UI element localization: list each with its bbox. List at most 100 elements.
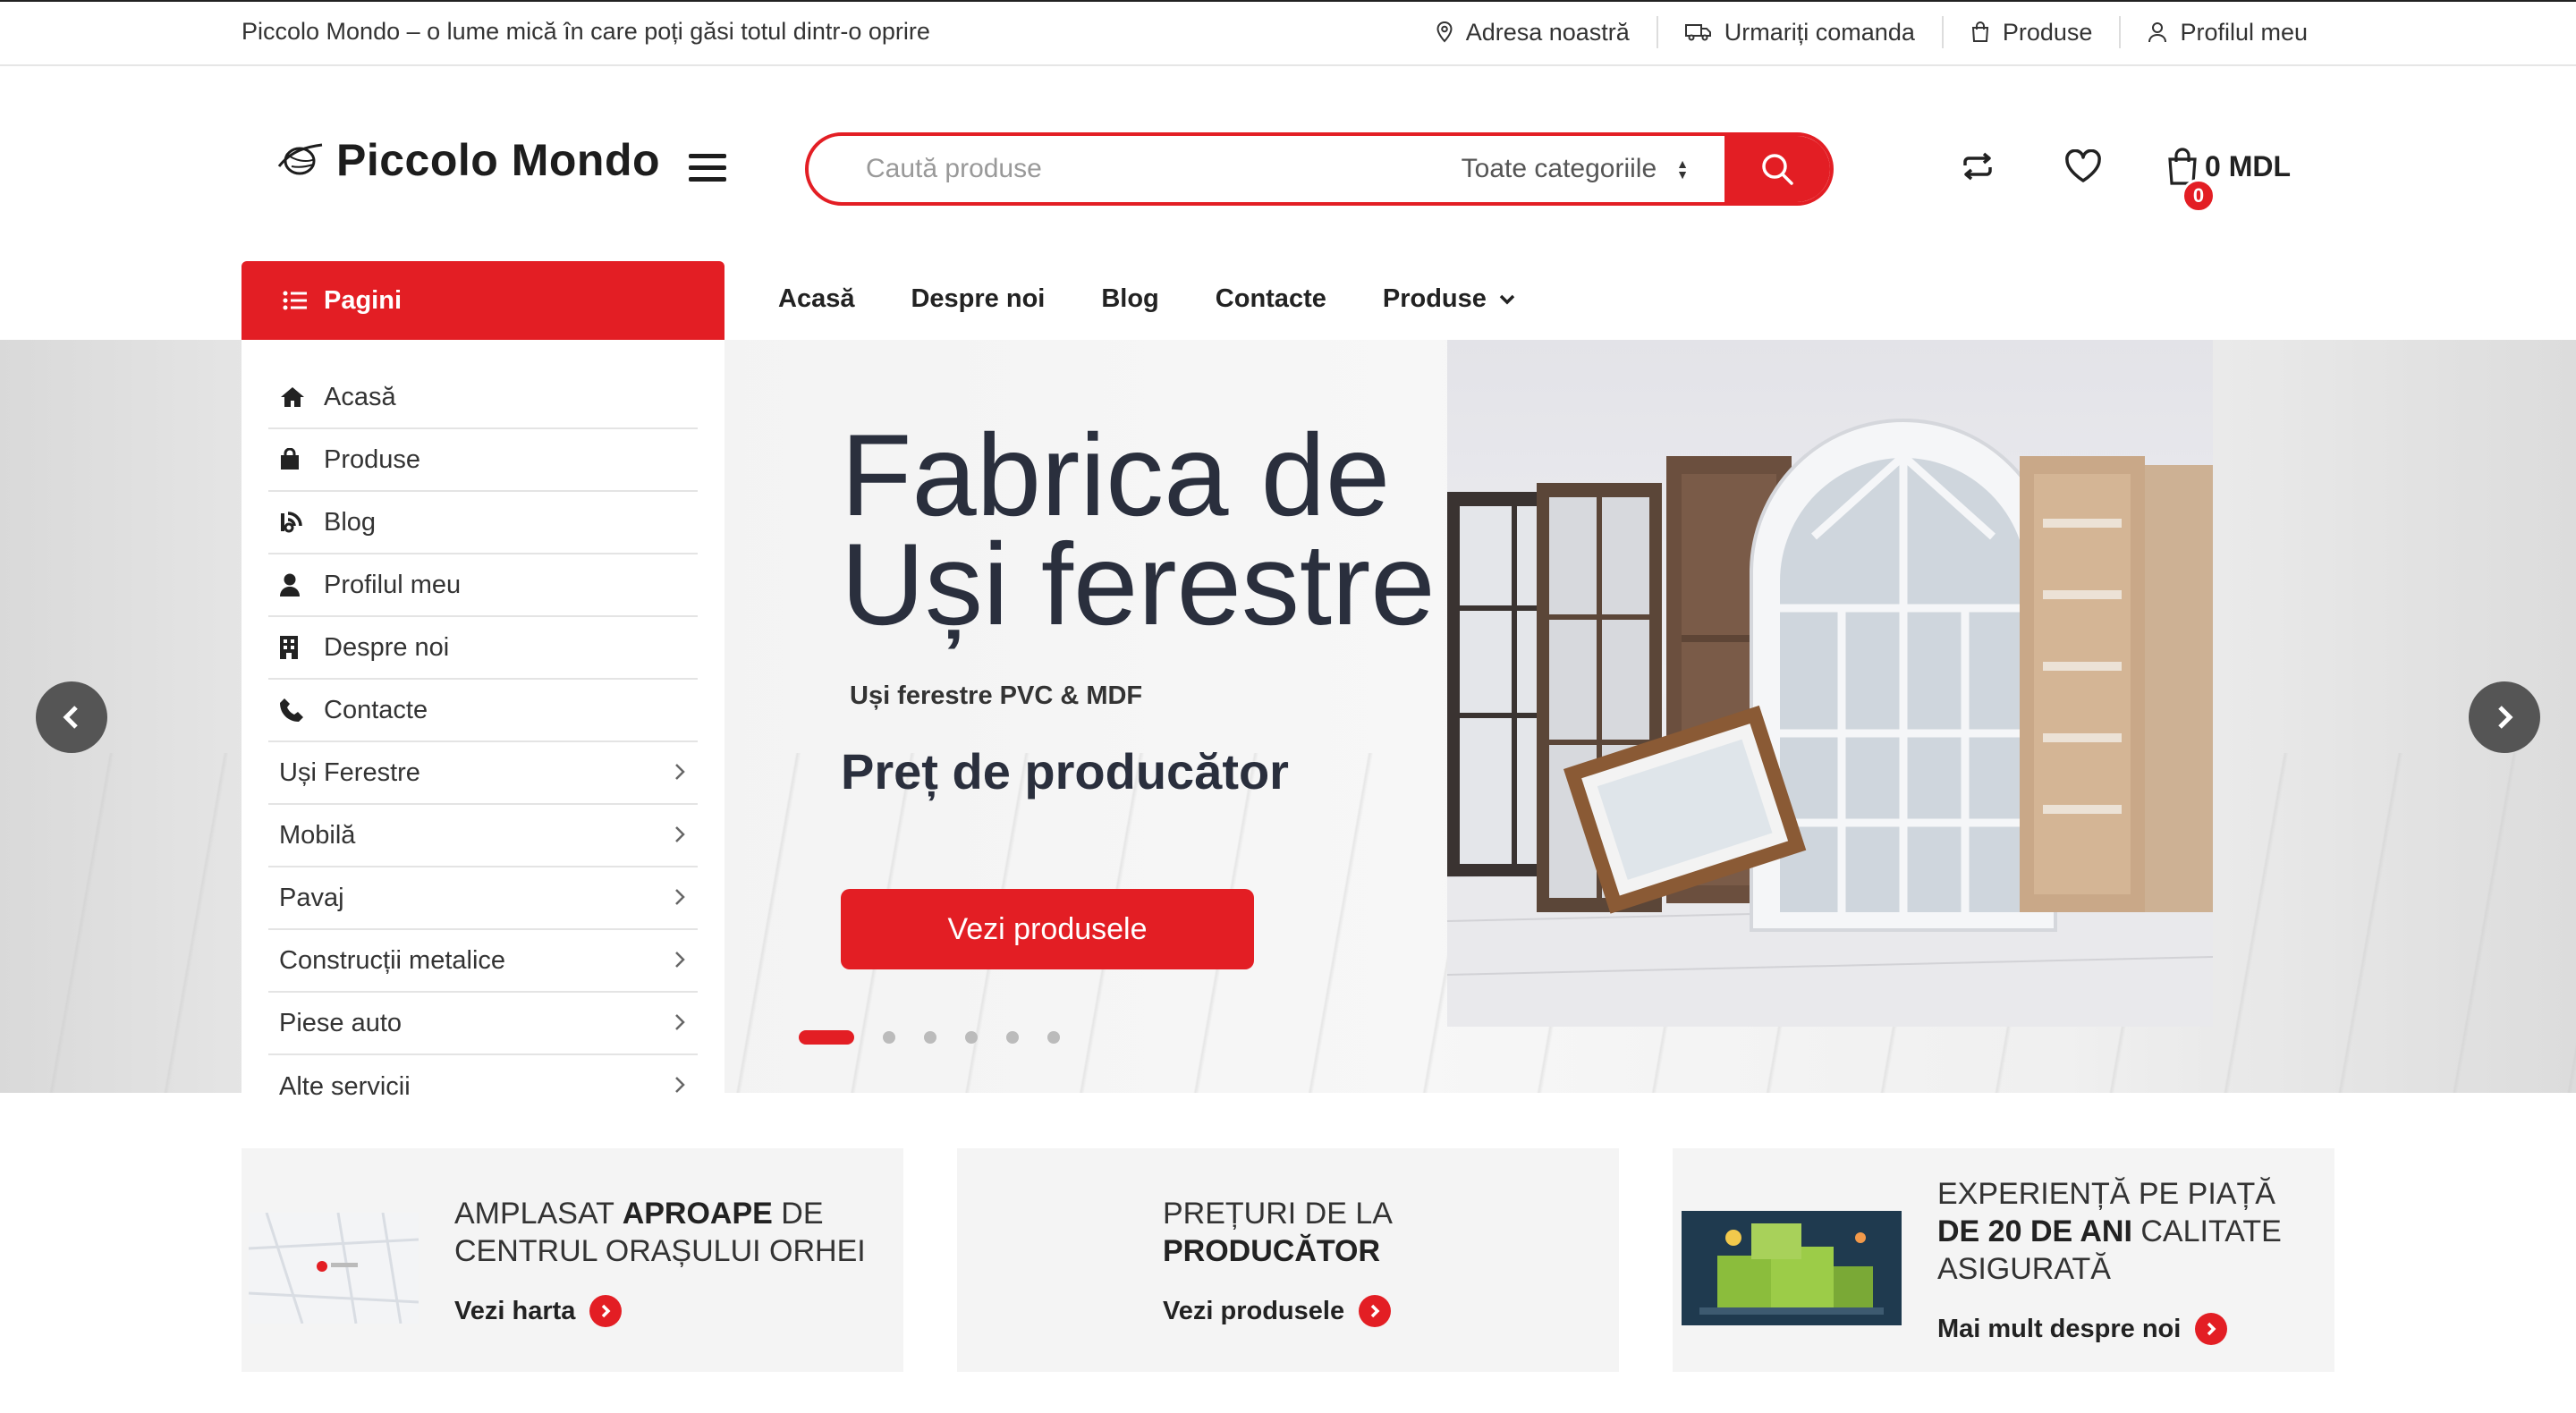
cart-button[interactable]: 0 0 MDL xyxy=(2165,147,2291,213)
side-item-label: Uși Ferestre xyxy=(279,757,420,787)
doors-windows-illustration xyxy=(1447,419,2213,1027)
view-map-link[interactable]: Vezi harta xyxy=(454,1295,623,1327)
nav-about[interactable]: Despre noi xyxy=(911,284,1045,314)
side-item-furniture[interactable]: Mobilă xyxy=(268,805,698,867)
slide-subtitle: Uși ferestre PVC & MDF xyxy=(850,681,1143,710)
nav-products-label: Produse xyxy=(1382,284,1487,313)
slide-cta-button[interactable]: Vezi produsele xyxy=(841,889,1254,969)
address-link[interactable]: Adresa noastră xyxy=(1409,16,1657,48)
nav-products[interactable]: Produse xyxy=(1383,284,1515,314)
side-item-auto-parts[interactable]: Piese auto xyxy=(268,993,698,1055)
side-item-contacts[interactable]: Contacte xyxy=(268,680,698,742)
chevron-right-icon xyxy=(675,952,685,968)
slider-dot[interactable] xyxy=(965,1031,978,1044)
side-item-label: Blog xyxy=(324,507,377,537)
chevron-left-icon xyxy=(63,706,78,729)
pages-menu-button[interactable]: Pagini xyxy=(242,261,724,340)
top-links: Adresa noastră Urmariți comanda Produse … xyxy=(1409,16,2334,48)
about-us-link[interactable]: Mai mult despre noi xyxy=(1937,1313,2228,1345)
logo-text: Piccolo Mondo xyxy=(336,135,661,185)
view-map-label: Vezi harta xyxy=(454,1296,576,1325)
arrow-right-icon xyxy=(589,1295,623,1327)
side-item-label: Profilul meu xyxy=(324,570,462,599)
slide-title: Fabrica de Uși ferestre xyxy=(841,410,1436,649)
truck-icon xyxy=(1684,24,1711,41)
side-item-label: Construcții metalice xyxy=(279,945,506,975)
side-item-label: Alte servicii xyxy=(279,1071,411,1101)
side-item-about[interactable]: Despre noi xyxy=(268,617,698,680)
user-icon xyxy=(2148,22,2167,43)
side-item-products[interactable]: Produse xyxy=(268,429,698,492)
slide-title-line2: Uși ferestre xyxy=(841,519,1436,649)
chevron-right-icon xyxy=(675,826,685,842)
chevron-right-icon xyxy=(675,764,685,780)
slider-dot[interactable] xyxy=(799,1030,854,1045)
feature-prices: Prețuri de la producător Vezi produsele xyxy=(957,1148,1619,1372)
side-item-profile[interactable]: Profilul meu xyxy=(268,554,698,617)
category-select[interactable]: Toate categoriile ▲ ▼ xyxy=(1462,154,1724,184)
side-item-label: Produse xyxy=(324,444,421,474)
cart-total: 0 MDL xyxy=(2205,149,2291,182)
side-item-home[interactable]: Acasă xyxy=(268,367,698,429)
feature-experience: Experiență pe piață de 20 de ani calitat… xyxy=(1673,1148,2334,1372)
bag-icon xyxy=(1971,21,1988,42)
side-item-blog[interactable]: Blog xyxy=(268,492,698,554)
slider-next-button[interactable] xyxy=(2469,681,2540,753)
nav-home[interactable]: Acasă xyxy=(778,284,854,314)
search-bar: Toate categoriile ▲▼ xyxy=(805,132,1834,206)
side-menu: Acasă Produse Blog Profilul meu Despre n… xyxy=(242,340,724,1101)
products-link-label: Produse xyxy=(2002,18,2093,46)
chevron-right-icon xyxy=(675,1014,685,1030)
feature-text-bold: de 20 de ani xyxy=(1937,1214,2132,1248)
address-link-label: Adresa noastră xyxy=(1465,18,1630,46)
chevron-right-icon xyxy=(2498,706,2513,729)
nav-contacts[interactable]: Contacte xyxy=(1216,284,1326,314)
slider-dot[interactable] xyxy=(1006,1031,1019,1044)
side-item-label: Acasă xyxy=(324,382,396,411)
slider-dots xyxy=(799,1030,1089,1045)
page: Piccolo Mondo – o lume mică în care poți… xyxy=(0,0,2576,1413)
side-item-paving[interactable]: Pavaj xyxy=(268,867,698,930)
track-order-label: Urmariți comanda xyxy=(1724,18,1915,46)
side-item-label: Contacte xyxy=(324,695,428,724)
slide-title-line1: Fabrica de xyxy=(841,410,1391,540)
nav-blog[interactable]: Blog xyxy=(1101,284,1158,314)
feature-text-bold: aproape xyxy=(622,1197,773,1231)
profile-link-label: Profilul meu xyxy=(2180,18,2308,46)
feature-location: Amplasat aproape de centrul orașului Orh… xyxy=(242,1148,903,1372)
view-products-link[interactable]: Vezi produsele xyxy=(1163,1295,1392,1327)
search-icon xyxy=(1762,154,1793,185)
blog-icon xyxy=(281,512,302,533)
feature-text-pre: Prețuri de la xyxy=(1163,1197,1393,1231)
slider-dot[interactable] xyxy=(1047,1031,1060,1044)
wishlist-button[interactable] xyxy=(2060,143,2106,190)
slider-dot[interactable] xyxy=(924,1031,936,1044)
select-arrows-icon: ▲ ▼ xyxy=(1676,157,1689,182)
side-item-other[interactable]: Alte servicii xyxy=(268,1055,698,1118)
logo[interactable]: Piccolo Mondo xyxy=(275,134,660,186)
search-input[interactable] xyxy=(809,136,1462,202)
slider-dot[interactable] xyxy=(883,1031,895,1044)
feature-text-pre: Experiență pe piață xyxy=(1937,1177,2275,1211)
feature-text-bold: producător xyxy=(1163,1234,1381,1268)
track-order-link[interactable]: Urmariți comanda xyxy=(1656,16,1942,48)
compare-button[interactable] xyxy=(1954,143,2001,190)
slide-image-doors-windows xyxy=(1447,340,2213,1027)
nav-about-label: Despre noi xyxy=(911,284,1046,313)
slide-price-text: Preț de producător xyxy=(841,743,1289,800)
list-icon xyxy=(283,291,307,310)
products-link[interactable]: Produse xyxy=(1941,16,2120,48)
slider-prev-button[interactable] xyxy=(36,681,107,753)
menu-toggle-icon[interactable] xyxy=(689,154,726,186)
chevron-right-icon xyxy=(675,1077,685,1093)
profile-link[interactable]: Profilul meu xyxy=(2119,16,2334,48)
feature-experience-text: Experiență pe piață de 20 de ani calitat… xyxy=(1937,1175,2313,1288)
side-item-label: Mobilă xyxy=(279,820,356,850)
chevron-down-icon xyxy=(1499,294,1515,304)
side-item-metal[interactable]: Construcții metalice xyxy=(268,930,698,993)
side-item-doors-windows[interactable]: Uși Ferestre xyxy=(268,742,698,805)
shopping-bag-icon xyxy=(281,448,299,470)
top-bar: Piccolo Mondo – o lume mică în care poți… xyxy=(0,0,2576,66)
feature-prices-text: Prețuri de la producător xyxy=(1163,1195,1592,1270)
search-button[interactable] xyxy=(1724,136,1830,202)
